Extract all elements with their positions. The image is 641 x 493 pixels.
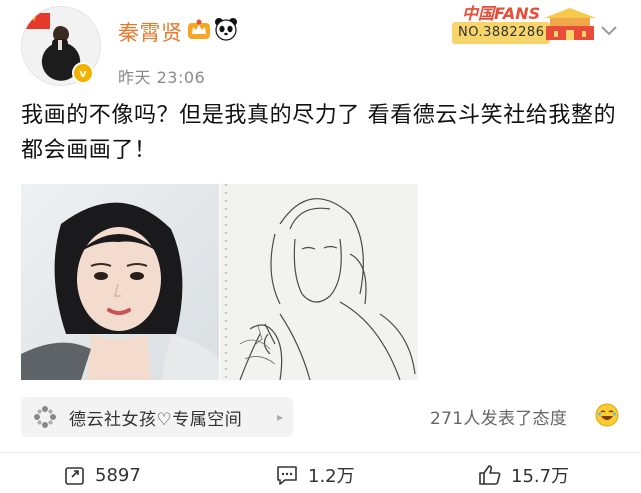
thumbs-up-icon	[479, 465, 501, 485]
repost-button[interactable]: 5897	[64, 462, 141, 488]
like-button[interactable]: 15.7万	[478, 462, 569, 488]
post-timestamp: 昨天 23:06	[118, 68, 206, 87]
avatar-figure	[52, 26, 68, 75]
tiananmen-gate-icon	[544, 8, 596, 40]
action-bar-divider	[0, 452, 641, 453]
sketch-photo	[220, 184, 418, 380]
crown-badge-icon[interactable]	[187, 18, 211, 40]
comment-button[interactable]: 1.2万	[275, 462, 355, 488]
chevron-down-icon[interactable]	[600, 24, 618, 36]
username[interactable]: 秦霄贤	[118, 17, 183, 47]
post-image-portrait[interactable]	[21, 184, 219, 380]
comment-icon	[277, 466, 297, 485]
reactions-summary[interactable]: 271人发表了态度	[430, 404, 567, 429]
topic-dots-icon	[34, 406, 56, 428]
panda-icon	[215, 18, 237, 41]
laugh-emoji-icon[interactable]	[595, 403, 619, 427]
china-flag-icon: ★	[26, 13, 50, 29]
post-image-sketch[interactable]	[220, 184, 418, 380]
fans-badge-number: NO.3882286	[452, 22, 551, 44]
repost-count: 5897	[95, 464, 141, 486]
repost-icon	[65, 467, 84, 485]
like-count: 15.7万	[511, 466, 570, 487]
comment-count: 1.2万	[308, 466, 355, 487]
portrait-photo	[21, 184, 219, 380]
verified-badge-icon: v	[72, 62, 94, 84]
topic-tag[interactable]: 德云社女孩♡专属空间 ▸	[21, 397, 293, 437]
post-text: 我画的不像吗？但是我真的尽力了 看看德云斗笑社给我整的都会画画了！	[21, 103, 617, 163]
fans-badge-title: 中国FANS	[462, 4, 541, 23]
chevron-right-icon: ▸	[276, 410, 283, 424]
topic-tag-label: 德云社女孩♡专属空间	[69, 409, 243, 430]
